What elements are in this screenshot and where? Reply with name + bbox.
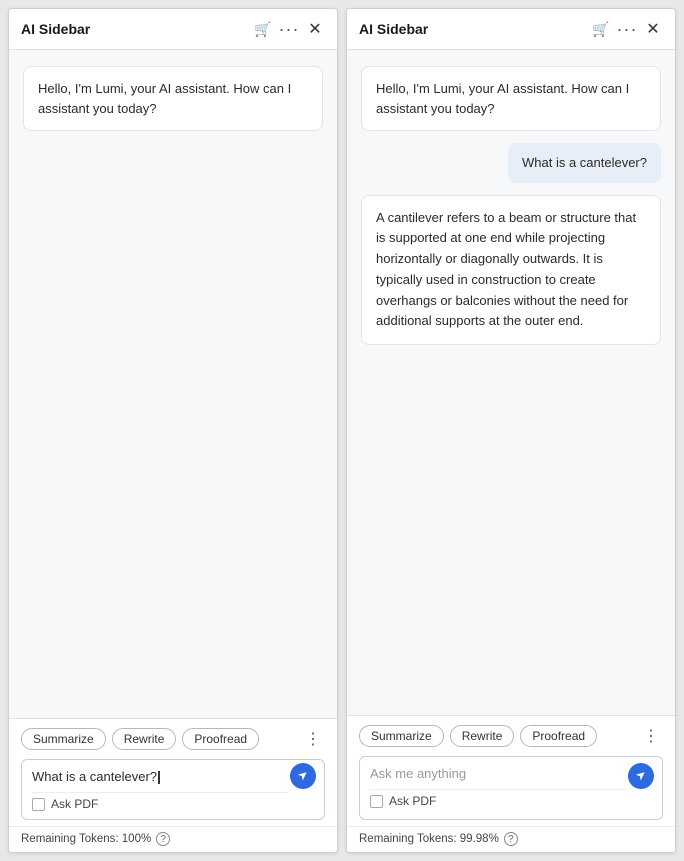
chips-more-left[interactable]: ⋮ [301,727,325,751]
panel-title-left: AI Sidebar [21,21,247,37]
input-area-right[interactable]: Ask me anything ➤ Ask PDF [359,756,663,820]
bottom-section-right: Summarize Rewrite Proofread ⋮ Ask me any… [347,715,675,826]
more-icon-right[interactable]: ··· [617,19,637,39]
tokens-help-left[interactable]: ? [156,832,170,846]
panel-title-right: AI Sidebar [359,21,585,37]
doc-btn-area-right: Ask PDF [370,789,626,808]
chip-proofread-right[interactable]: Proofread [520,725,597,747]
ask-pdf-checkbox-right[interactable] [370,795,383,808]
chip-summarize-right[interactable]: Summarize [359,725,444,747]
ask-pdf-checkbox-left[interactable] [32,798,45,811]
chips-more-right[interactable]: ⋮ [639,724,663,748]
chip-rewrite-left[interactable]: Rewrite [112,728,177,750]
action-chips-left: Summarize Rewrite Proofread ⋮ [21,727,325,751]
tokens-bar-right: Remaining Tokens: 99.98% ? [347,826,675,852]
send-icon-right: ➤ [633,766,650,783]
ask-pdf-label-right: Ask PDF [389,794,436,808]
close-icon-right[interactable]: ✕ [643,19,663,39]
right-panel: AI Sidebar 🛒 ··· ✕ Hello, I'm Lumi, your… [346,8,676,853]
bot-greeting-right: Hello, I'm Lumi, your AI assistant. How … [361,66,661,131]
cart-icon-left[interactable]: 🛒 [253,19,273,39]
tokens-text-left: Remaining Tokens: 100% [21,833,151,845]
text-cursor-left [158,771,160,784]
action-chips-right: Summarize Rewrite Proofread ⋮ [359,724,663,748]
chat-area-right: Hello, I'm Lumi, your AI assistant. How … [347,50,675,715]
input-text-left[interactable]: What is a cantelever? [32,768,288,786]
input-area-left[interactable]: What is a cantelever? ➤ Ask PDF [21,759,325,820]
chip-summarize-left[interactable]: Summarize [21,728,106,750]
bottom-section-left: Summarize Rewrite Proofread ⋮ What is a … [9,718,337,826]
panel-header-right: AI Sidebar 🛒 ··· ✕ [347,9,675,50]
more-icon-left[interactable]: ··· [279,19,299,39]
tokens-bar-left: Remaining Tokens: 100% ? [9,826,337,852]
cart-icon-right[interactable]: 🛒 [591,19,611,39]
chat-area-left: Hello, I'm Lumi, your AI assistant. How … [9,50,337,718]
bot-greeting-left: Hello, I'm Lumi, your AI assistant. How … [23,66,323,131]
close-icon-left[interactable]: ✕ [305,19,325,39]
left-panel: AI Sidebar 🛒 ··· ✕ Hello, I'm Lumi, your… [8,8,338,853]
user-message-right: What is a cantelever? [508,143,661,183]
tokens-text-right: Remaining Tokens: 99.98% [359,833,499,845]
send-button-left[interactable]: ➤ [290,763,316,789]
doc-btn-area-left: Ask PDF [32,792,288,811]
tokens-help-right[interactable]: ? [504,832,518,846]
chip-proofread-left[interactable]: Proofread [182,728,259,750]
chip-rewrite-right[interactable]: Rewrite [450,725,515,747]
send-button-right[interactable]: ➤ [628,763,654,789]
panel-header-left: AI Sidebar 🛒 ··· ✕ [9,9,337,50]
input-text-right[interactable]: Ask me anything [370,765,626,783]
bot-response-right: A cantilever refers to a beam or structu… [361,195,661,346]
send-icon-left: ➤ [295,766,312,783]
ask-pdf-label-left: Ask PDF [51,797,98,811]
